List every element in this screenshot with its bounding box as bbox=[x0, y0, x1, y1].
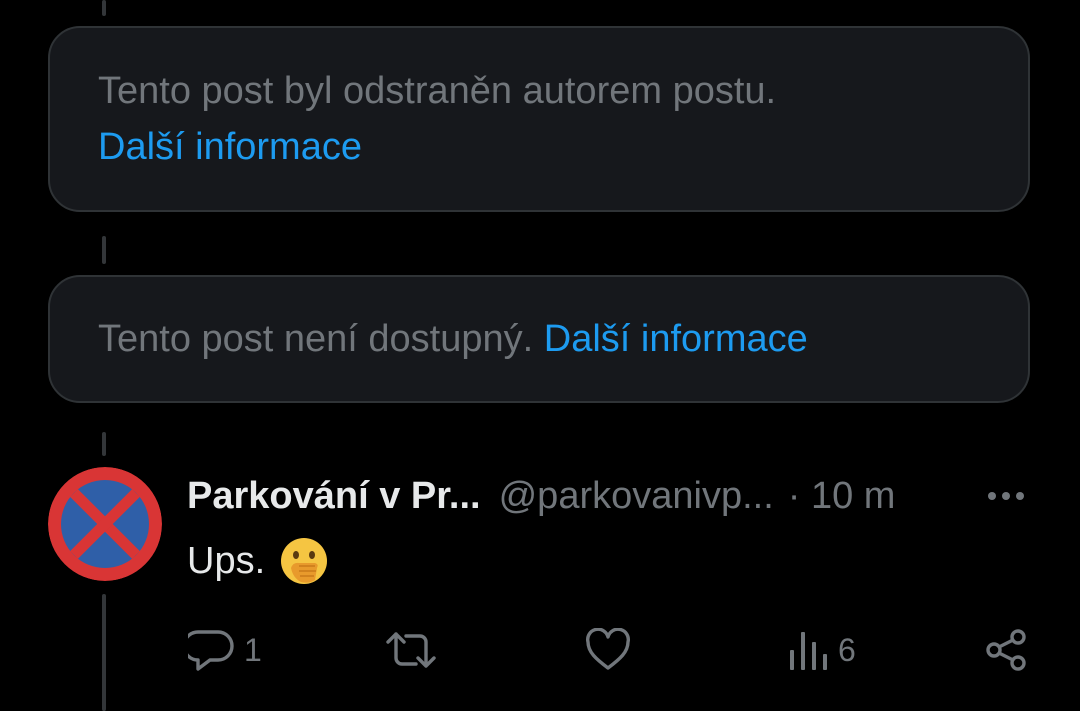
repost-arrows-icon bbox=[384, 628, 438, 672]
thread-line-bottom bbox=[102, 594, 106, 711]
like-button[interactable] bbox=[584, 622, 642, 678]
reply-count: 1 bbox=[244, 631, 262, 668]
views-count: 6 bbox=[838, 631, 856, 668]
thread-line-top bbox=[102, 0, 106, 16]
thread-line-middle bbox=[102, 236, 106, 264]
avatar[interactable] bbox=[48, 467, 162, 581]
unavailable-post-notice: Tento post není dostupný. Další informac… bbox=[48, 275, 1030, 403]
share-button[interactable] bbox=[984, 622, 1028, 678]
no-stopping-sign-icon bbox=[48, 467, 162, 581]
face-with-hand-over-mouth-emoji-icon bbox=[279, 536, 329, 586]
post-header: Parkování v Pr... @parkovanivp... · 10 m bbox=[187, 468, 895, 524]
reply-bubble-icon bbox=[188, 628, 234, 672]
deleted-post-more-info-link[interactable]: Další informace bbox=[98, 119, 980, 175]
author-handle[interactable]: @parkovanivp... bbox=[499, 475, 774, 518]
share-icon bbox=[984, 628, 1028, 672]
author-name[interactable]: Parkování v Pr... bbox=[187, 475, 481, 518]
more-dots-icon[interactable] bbox=[984, 484, 1028, 508]
reply-button[interactable]: 1 bbox=[188, 622, 262, 678]
unavailable-post-notice-text: Tento post není dostupný. bbox=[98, 318, 534, 360]
post-timestamp[interactable]: · 10 m bbox=[788, 475, 896, 518]
deleted-post-notice: Tento post byl odstraněn autorem postu. … bbox=[48, 26, 1030, 212]
views-bars-icon bbox=[788, 628, 828, 672]
repost-button[interactable] bbox=[384, 622, 448, 678]
post-text: Ups. bbox=[187, 533, 329, 589]
deleted-post-notice-text: Tento post byl odstraněn autorem postu. bbox=[98, 70, 777, 112]
unavailable-post-more-info-link[interactable]: Další informace bbox=[544, 311, 808, 367]
thread-line-lower bbox=[102, 432, 106, 456]
heart-icon bbox=[584, 628, 632, 672]
post-text-content: Ups. bbox=[187, 539, 266, 582]
views-button[interactable]: 6 bbox=[788, 622, 856, 678]
